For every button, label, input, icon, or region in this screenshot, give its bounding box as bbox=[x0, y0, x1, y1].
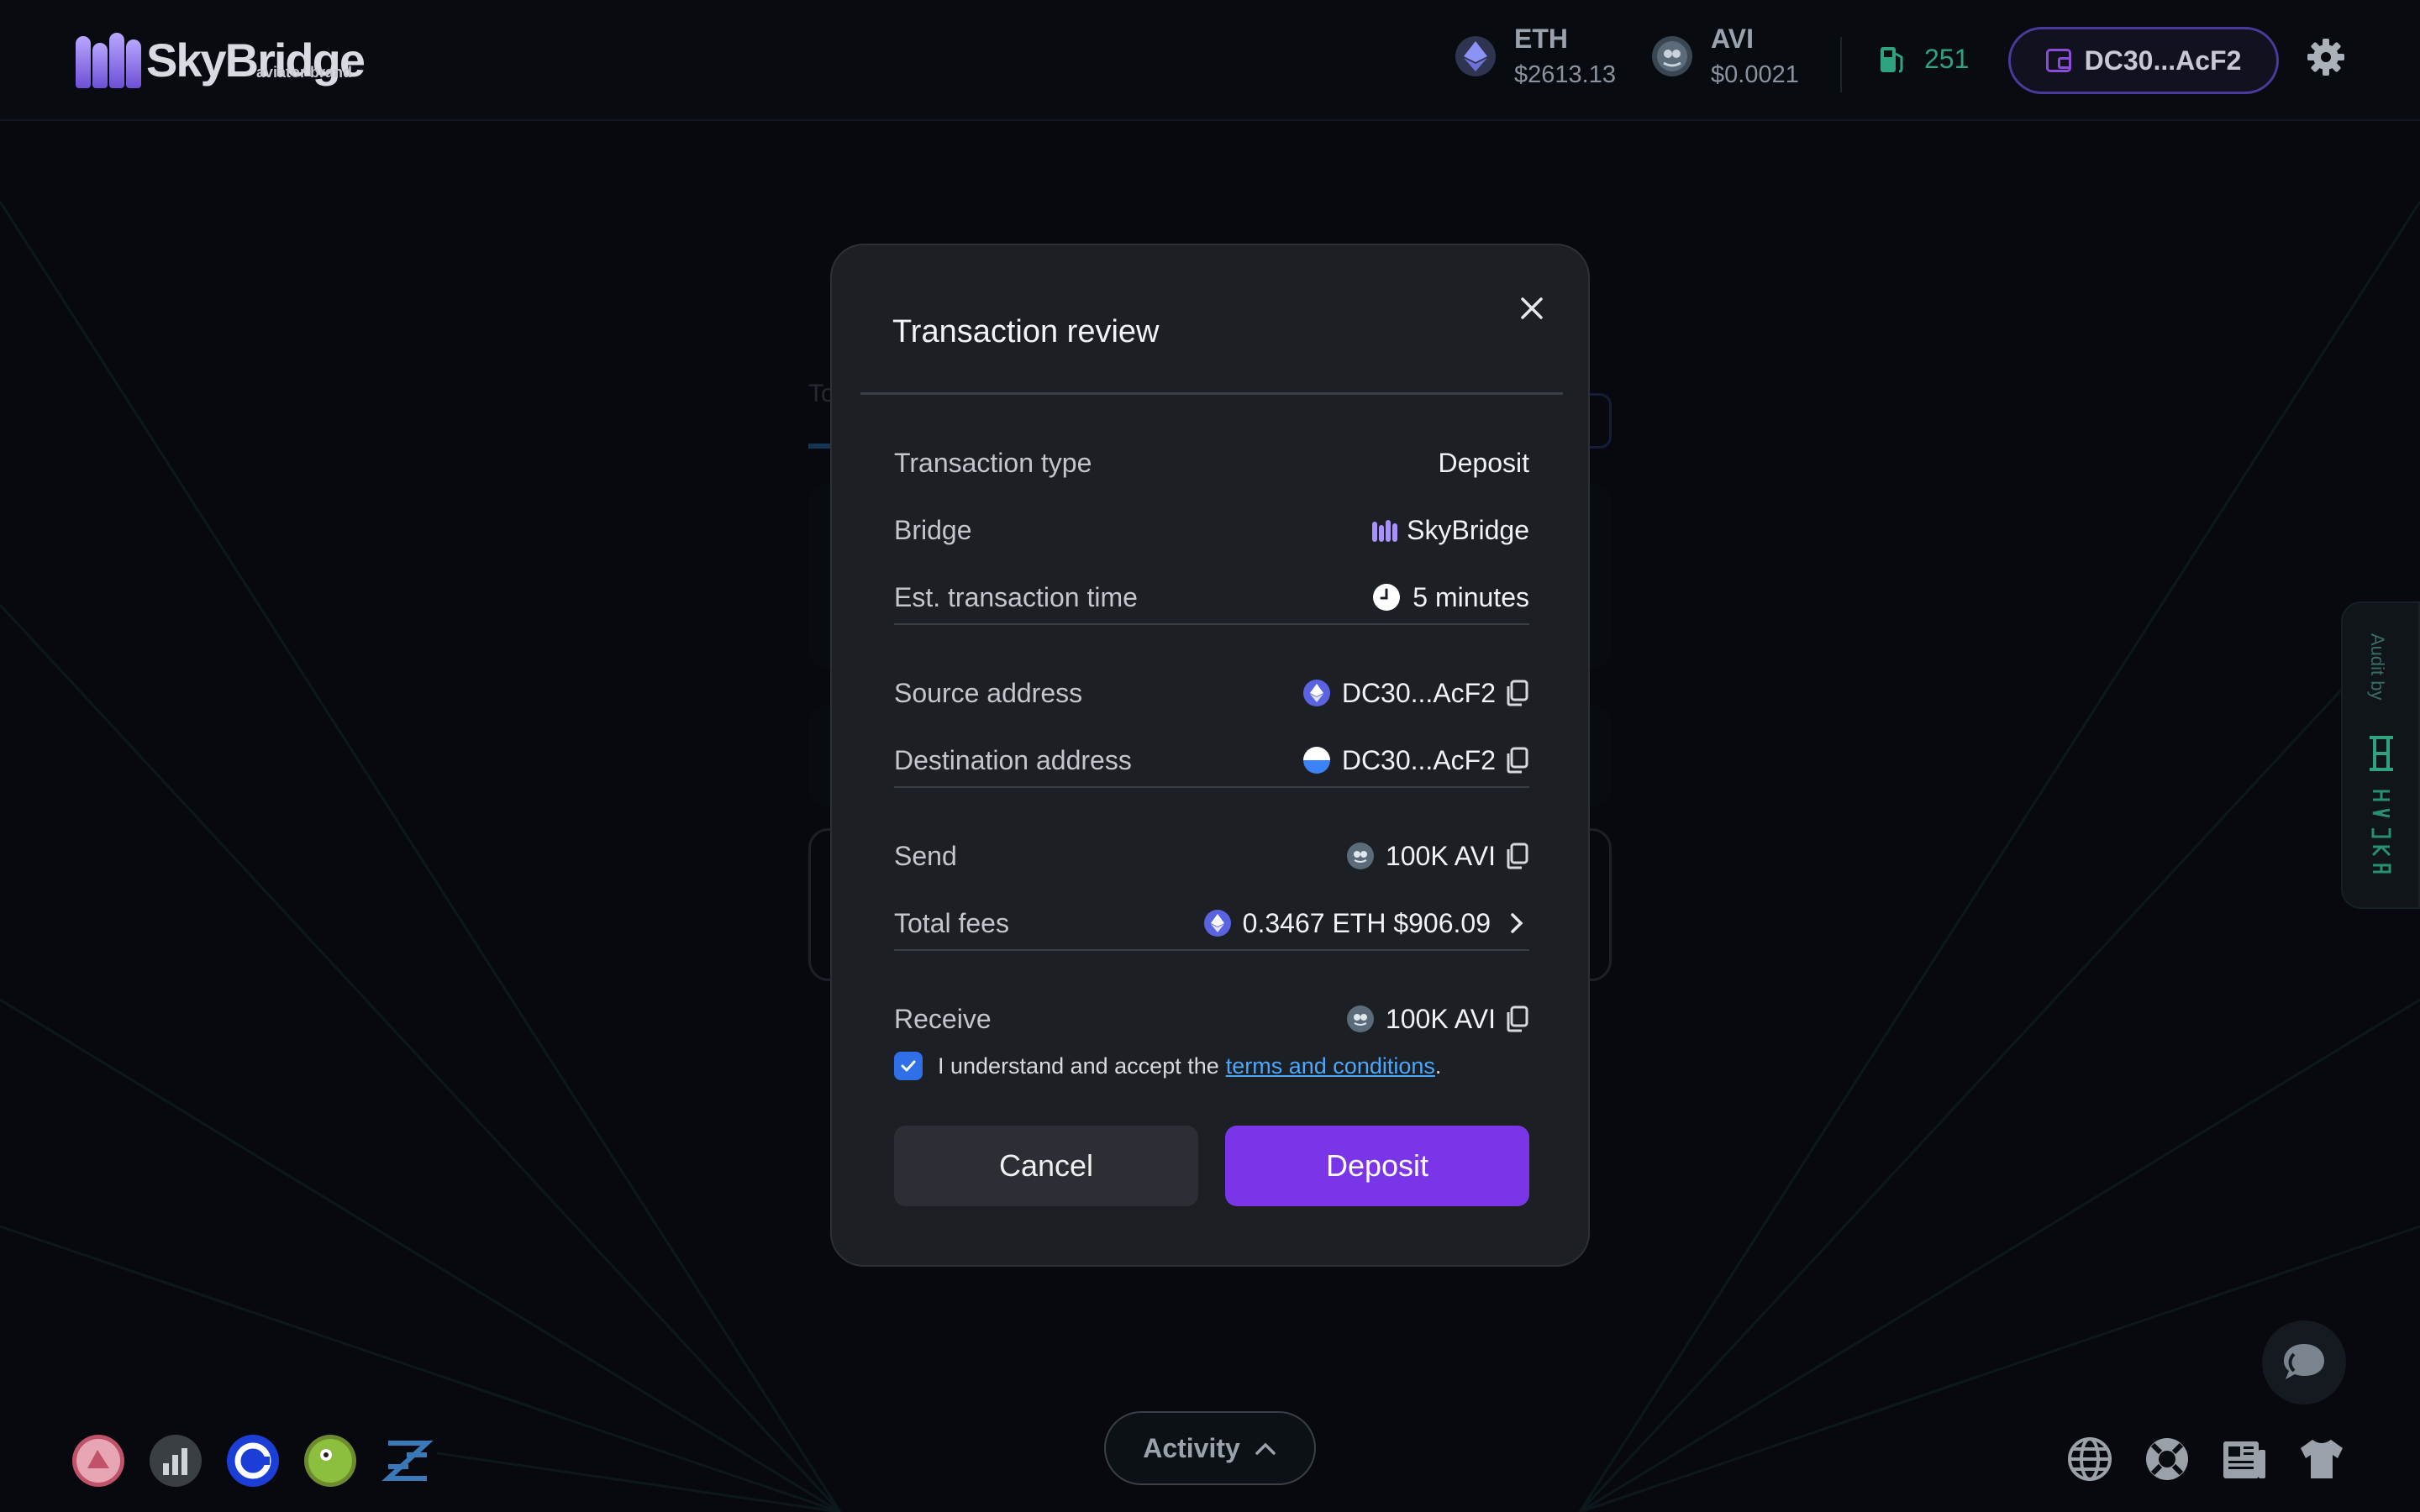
row-label: Source address bbox=[894, 677, 1083, 708]
modal-title: Transaction review bbox=[892, 314, 1160, 349]
chat-bubble-icon bbox=[2284, 1344, 2324, 1379]
checkmark-icon bbox=[901, 1060, 916, 1072]
partner-logo-icon[interactable] bbox=[72, 1435, 124, 1487]
title-divider bbox=[860, 392, 1563, 395]
defi-partner-icon[interactable] bbox=[381, 1435, 434, 1487]
terms-agreement: I understand and accept the terms and co… bbox=[894, 1052, 1441, 1080]
gas-pump-icon bbox=[1881, 46, 1903, 72]
row-total-fees[interactable]: Total fees 0.3467 ETH $906.09 bbox=[894, 902, 1529, 944]
avi-price-ticker: AVI $0.0021 bbox=[1652, 24, 1799, 89]
transaction-review-modal: Transaction review Transaction type Depo… bbox=[830, 244, 1590, 1267]
row-value: 100K AVI bbox=[1346, 841, 1529, 872]
row-source-address: Source address DC30...AcF2 bbox=[894, 672, 1529, 714]
row-receive: Receive 100K AVI bbox=[894, 998, 1529, 1040]
section-divider bbox=[894, 786, 1529, 788]
chart-partner-icon[interactable] bbox=[150, 1435, 202, 1487]
avi-token-icon bbox=[1652, 36, 1692, 76]
row-value: DC30...AcF2 bbox=[1302, 745, 1529, 776]
wallet-icon bbox=[2045, 49, 2071, 72]
chain-icon bbox=[1302, 747, 1330, 774]
activity-label: Activity bbox=[1143, 1432, 1240, 1463]
gas-value: 251 bbox=[1924, 44, 1970, 74]
skybridge-logo[interactable]: SkyBridge aviator brand bbox=[74, 29, 366, 92]
row-label: Total fees bbox=[894, 907, 1009, 938]
copy-icon[interactable] bbox=[1504, 1005, 1529, 1032]
logo-subtext: aviator brand bbox=[255, 64, 352, 81]
token-name: AVI bbox=[1711, 24, 1754, 54]
hacken-wordmark bbox=[2371, 790, 2391, 874]
row-label: Send bbox=[894, 840, 957, 871]
section-divider bbox=[894, 949, 1529, 951]
row-label: Destination address bbox=[894, 744, 1132, 775]
copy-icon[interactable] bbox=[1504, 680, 1529, 706]
wallet-address: DC30...AcF2 bbox=[2084, 45, 2242, 76]
chevron-right-icon[interactable] bbox=[1504, 910, 1529, 937]
terms-suffix: . bbox=[1434, 1053, 1442, 1079]
row-destination-address: Destination address DC30...AcF2 bbox=[894, 739, 1529, 781]
logo-mark-icon bbox=[74, 33, 143, 88]
copy-icon[interactable] bbox=[1504, 747, 1529, 774]
row-value: 0.3467 ETH $906.09 bbox=[1203, 908, 1529, 939]
tshirt-merch-icon[interactable] bbox=[2297, 1435, 2346, 1483]
token-price: $2613.13 bbox=[1514, 61, 1616, 88]
coin-partner-icon[interactable] bbox=[227, 1435, 279, 1487]
avi-token-icon bbox=[1346, 1005, 1374, 1032]
ethereum-icon bbox=[1455, 36, 1496, 76]
row-value: 5 minutes bbox=[1372, 582, 1529, 613]
row-label: Transaction type bbox=[894, 447, 1092, 478]
activity-button[interactable]: Activity bbox=[1104, 1411, 1316, 1485]
terms-checkbox[interactable] bbox=[894, 1052, 923, 1080]
newspaper-icon[interactable] bbox=[2220, 1435, 2269, 1483]
header-divider bbox=[1840, 37, 1842, 92]
row-send: Send 100K AVI bbox=[894, 835, 1529, 877]
row-value: DC30...AcF2 bbox=[1302, 678, 1529, 709]
clock-icon bbox=[1373, 584, 1401, 611]
gas-price-indicator[interactable]: 251 bbox=[1879, 44, 1969, 75]
row-label: Receive bbox=[894, 1003, 992, 1034]
lifebuoy-icon[interactable] bbox=[2143, 1435, 2191, 1483]
gecko-partner-icon[interactable] bbox=[304, 1435, 356, 1487]
deposit-button[interactable]: Deposit bbox=[1225, 1126, 1529, 1206]
chat-support-button[interactable] bbox=[2262, 1320, 2346, 1404]
token-name: ETH bbox=[1514, 24, 1568, 54]
row-value: Deposit bbox=[1438, 447, 1530, 478]
section-divider bbox=[894, 623, 1529, 625]
ethereum-icon bbox=[1203, 910, 1231, 937]
skybridge-logo-icon bbox=[1372, 520, 1398, 542]
wallet-button[interactable]: DC30...AcF2 bbox=[2008, 27, 2279, 94]
audit-badge[interactable]: Audit by bbox=[2341, 601, 2420, 909]
hacken-logo-icon bbox=[2370, 736, 2393, 771]
row-value: SkyBridge bbox=[1371, 515, 1529, 546]
globe-icon[interactable] bbox=[2065, 1435, 2114, 1483]
row-transaction-type: Transaction type Deposit bbox=[894, 442, 1529, 484]
row-bridge: Bridge SkyBridge bbox=[894, 509, 1529, 551]
gear-icon[interactable] bbox=[2306, 37, 2346, 77]
logo-text: SkyBridge aviator brand bbox=[146, 37, 366, 84]
row-label: Bridge bbox=[894, 514, 972, 545]
row-est-time: Est. transaction time 5 minutes bbox=[894, 576, 1529, 618]
copy-icon[interactable] bbox=[1504, 843, 1529, 869]
avi-token-icon bbox=[1346, 843, 1374, 869]
eth-price-ticker: ETH $2613.13 bbox=[1455, 24, 1616, 89]
row-value: 100K AVI bbox=[1346, 1004, 1529, 1035]
ethereum-icon bbox=[1302, 680, 1330, 706]
terms-link[interactable]: terms and conditions bbox=[1226, 1053, 1435, 1079]
top-header: SkyBridge aviator brand ETH $2613.13 AVI… bbox=[0, 0, 2420, 121]
row-label: Est. transaction time bbox=[894, 581, 1138, 612]
close-icon[interactable] bbox=[1511, 287, 1553, 329]
token-price: $0.0021 bbox=[1711, 61, 1799, 88]
audit-label: Audit by bbox=[2367, 633, 2388, 701]
cancel-button[interactable]: Cancel bbox=[894, 1126, 1198, 1206]
chevron-up-icon bbox=[1255, 1442, 1276, 1455]
terms-text: I understand and accept the bbox=[938, 1053, 1219, 1079]
